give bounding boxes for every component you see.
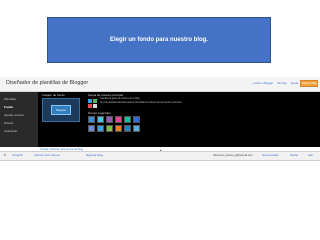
theme-option[interactable] — [115, 116, 122, 123]
color-description-2: Ve a la pestaña Avanzado para personaliz… — [100, 102, 183, 104]
theme-option[interactable] — [133, 116, 140, 123]
background-image-thumbnail[interactable]: Ninguno — [42, 98, 80, 122]
sidebar-item-ajustar-anchos[interactable]: Ajustar anchos — [4, 113, 24, 117]
user-email: dizamoma_donsin_jp@hotmail.com — [213, 154, 253, 157]
theme-option[interactable] — [124, 116, 131, 123]
sidebar-item-plantillas[interactable]: Plantillas — [4, 97, 16, 101]
help-link[interactable]: Ayuda — [291, 82, 298, 85]
background-thumbnail-label: Ninguno — [51, 105, 71, 115]
suggested-themes-label: Temas sugeridos — [88, 111, 111, 115]
theme-option[interactable] — [106, 125, 113, 132]
report-abuse-link[interactable]: Informar sobre mal uso — [34, 154, 60, 157]
designer-top-links: « Volver a Blogger Ver blog Ayuda — [252, 82, 298, 85]
theme-option[interactable] — [133, 125, 140, 132]
theme-option[interactable] — [124, 125, 131, 132]
designer-main-panel: Imagen de fondo Ninguno Gama de colores … — [38, 92, 320, 147]
designer-sidebar: Plantillas Fondo Ajustar anchos Diseño A… — [0, 92, 38, 147]
background-image-label: Imagen de fondo — [42, 93, 65, 97]
theme-option[interactable] — [97, 125, 104, 132]
theme-option[interactable] — [97, 116, 104, 123]
design-link[interactable]: Diseño — [290, 154, 298, 157]
slide-title-text: Elegir un fondo para nuestro blog. — [109, 37, 208, 43]
next-blog-link[interactable]: Siguiente blog» — [86, 154, 103, 157]
new-post-link[interactable]: Nueva entrada — [262, 154, 278, 157]
view-blog-link[interactable]: Ver blog — [277, 82, 287, 85]
back-to-blogger-link[interactable]: « Volver a Blogger — [252, 82, 273, 85]
sign-out-link[interactable]: Salir — [308, 154, 313, 157]
theme-option[interactable] — [115, 125, 122, 132]
designer-topbar: Diseñador de plantillas de Blogger « Vol… — [0, 77, 320, 92]
theme-option[interactable] — [106, 116, 113, 123]
navbar-logo-icon[interactable]: B — [4, 154, 6, 157]
sidebar-item-diseno[interactable]: Diseño — [4, 121, 13, 125]
sidebar-item-avanzado[interactable]: Avanzado — [4, 129, 17, 133]
slide-title-banner: Elegir un fondo para nuestro blog. — [47, 17, 271, 63]
color-swatch[interactable] — [88, 104, 92, 108]
color-swatch[interactable] — [88, 99, 92, 103]
theme-option[interactable] — [88, 125, 95, 132]
color-swatch[interactable] — [93, 99, 97, 103]
blogger-navbar: B Compartir Informar sobre mal uso Sigui… — [0, 151, 320, 161]
sidebar-item-fondo[interactable]: Fondo — [4, 105, 13, 109]
color-swatch[interactable] — [93, 104, 97, 108]
apply-to-blog-button[interactable]: Aplicar al blog — [300, 80, 318, 87]
designer-title: Diseñador de plantillas de Blogger — [6, 80, 89, 86]
main-color-scheme-label: Gama de colores principal — [88, 93, 123, 97]
theme-option[interactable] — [88, 116, 95, 123]
share-link[interactable]: Compartir — [12, 154, 23, 157]
color-description-1: Cambiar la gama de colores de tu blog. — [100, 98, 141, 100]
